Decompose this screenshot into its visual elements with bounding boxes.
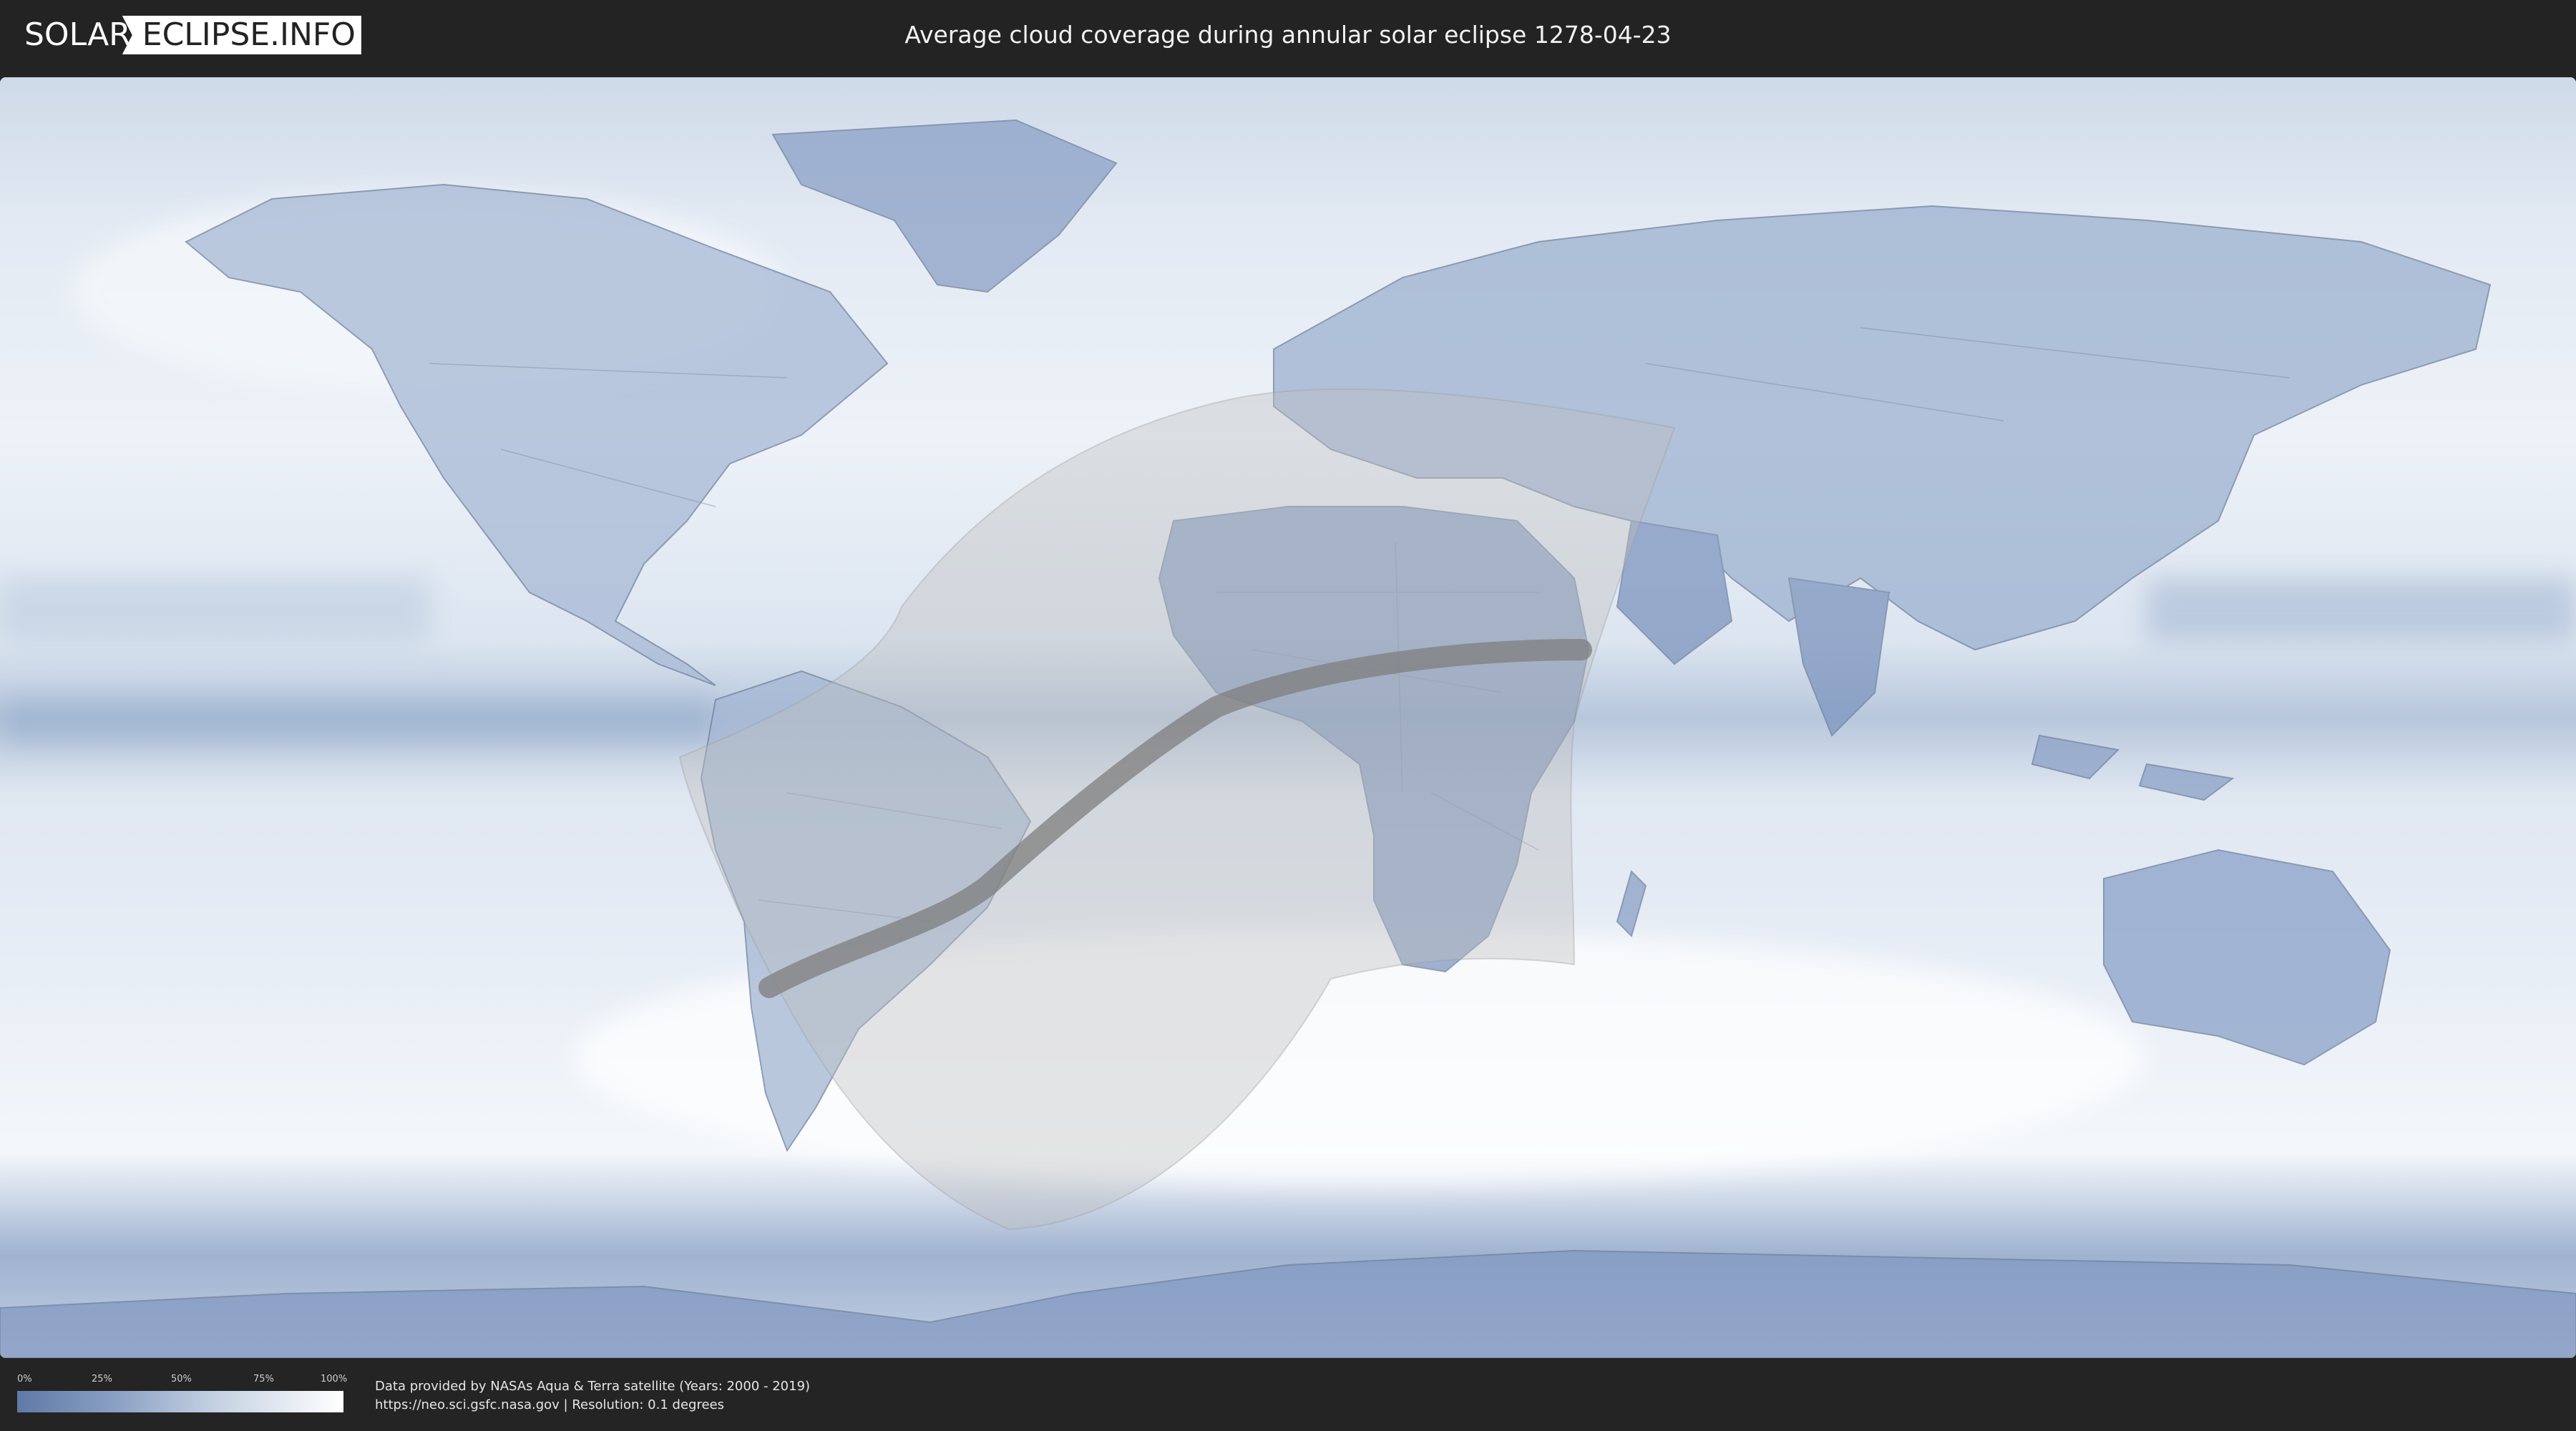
- legend-tick-25: 25%: [92, 1374, 112, 1384]
- cloud-coverage-map[interactable]: [0, 77, 2576, 1358]
- header-bar: SOLAR ECLIPSE.INFO Average cloud coverag…: [0, 0, 2576, 72]
- legend-tick-75: 75%: [253, 1374, 274, 1384]
- legend-tick-0: 0%: [17, 1374, 32, 1384]
- data-credits: Data provided by NASAs Aqua & Terra sate…: [375, 1377, 810, 1415]
- page: SOLAR ECLIPSE.INFO Average cloud coverag…: [0, 0, 2576, 1431]
- legend-tick-labels: 0% 25% 50% 75% 100%: [17, 1374, 347, 1387]
- world-map-svg: [0, 77, 2576, 1358]
- cloud-coverage-legend: 0% 25% 50% 75% 100%: [17, 1374, 347, 1414]
- page-title: Average cloud coverage during annular so…: [904, 21, 1672, 49]
- legend-tick-50: 50%: [171, 1374, 192, 1384]
- credits-line-1: Data provided by NASAs Aqua & Terra sate…: [375, 1379, 811, 1394]
- credits-line-2: https://neo.sci.gsfc.nasa.gov | Resoluti…: [375, 1397, 724, 1412]
- legend-gradient-bar: [17, 1391, 343, 1412]
- legend-tick-100: 100%: [321, 1374, 348, 1384]
